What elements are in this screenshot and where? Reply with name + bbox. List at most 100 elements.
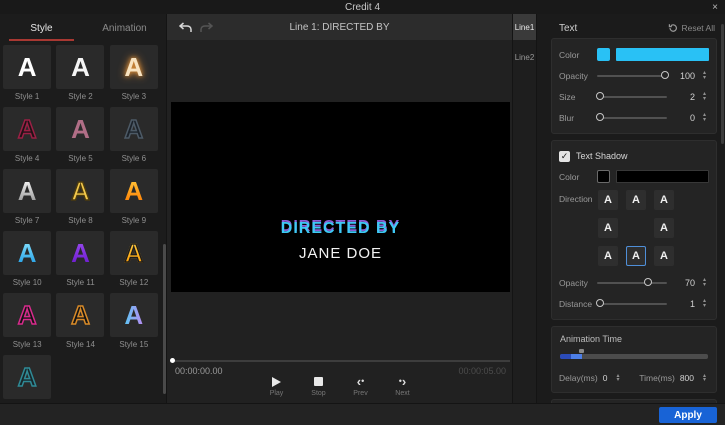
- direction-down-right[interactable]: A: [654, 246, 674, 266]
- direction-up[interactable]: A: [626, 190, 646, 210]
- style-item[interactable]: AStyle 5: [56, 107, 104, 169]
- opacity-slider-knob[interactable]: [661, 71, 669, 79]
- playhead-dot[interactable]: [170, 358, 175, 363]
- style-item[interactable]: A Style 11: [56, 231, 104, 293]
- direction-down-left[interactable]: A: [598, 246, 618, 266]
- direction-up-left[interactable]: A: [598, 190, 618, 210]
- text-color-swatch[interactable]: [597, 48, 610, 61]
- direction-down[interactable]: A: [626, 246, 646, 266]
- next-button[interactable]: •› Next: [392, 376, 414, 397]
- style-item[interactable]: AStyle 3: [110, 45, 158, 107]
- time-value[interactable]: 800: [680, 373, 694, 383]
- footer-bar: Apply: [0, 403, 725, 425]
- direction-right[interactable]: A: [654, 218, 674, 238]
- style-item[interactable]: AStyle 14: [56, 293, 104, 355]
- style-item[interactable]: AStyle 12: [110, 231, 158, 293]
- timecode-total: 00:00:05.00: [458, 366, 506, 376]
- undo-icon[interactable]: [179, 22, 192, 33]
- blur-label: Blur: [559, 113, 597, 123]
- text-color-bar[interactable]: [616, 48, 709, 61]
- tab-animation[interactable]: Animation: [83, 14, 166, 42]
- style-item[interactable]: AStyle 4: [3, 107, 51, 169]
- style-item[interactable]: AStyle 9: [110, 169, 158, 231]
- shadow-sliders: Opacity70▴▾Distance1▴▾: [559, 272, 709, 314]
- style-item[interactable]: AStyle 2: [56, 45, 104, 107]
- stop-button[interactable]: Stop: [308, 376, 330, 397]
- animation-time-bar[interactable]: [560, 354, 708, 359]
- size-slider[interactable]: [597, 92, 667, 102]
- distance-slider[interactable]: [597, 299, 667, 309]
- preview-text-line1[interactable]: DIRECTED BY: [171, 220, 510, 238]
- blur-slider[interactable]: [597, 113, 667, 123]
- style-tile[interactable]: A: [110, 107, 158, 151]
- opacity-stepper[interactable]: ▴▾: [700, 278, 709, 287]
- delay-value[interactable]: 0: [603, 373, 608, 383]
- opacity-slider[interactable]: [597, 71, 667, 81]
- preview-text-line2[interactable]: JANE DOE: [171, 245, 510, 262]
- tab-line2[interactable]: Line2: [513, 44, 536, 70]
- tab-line1[interactable]: Line1: [513, 14, 536, 40]
- style-tile[interactable]: A: [110, 45, 158, 89]
- style-letter: A: [18, 364, 37, 390]
- opacity-slider-knob[interactable]: [644, 278, 652, 286]
- close-icon[interactable]: ×: [712, 0, 718, 14]
- style-tile[interactable]: A: [56, 45, 104, 89]
- text-color-label: Color: [559, 50, 597, 60]
- shadow-color-bar[interactable]: [616, 170, 709, 183]
- style-item[interactable]: AStyle 8: [56, 169, 104, 231]
- time-stepper[interactable]: ▴▾: [700, 374, 709, 383]
- size-stepper[interactable]: ▴▾: [700, 92, 709, 101]
- timeline-scrubber[interactable]: [171, 360, 510, 362]
- style-label: Style 11: [66, 278, 94, 288]
- reset-all-button[interactable]: Reset All: [668, 23, 715, 33]
- distance-value[interactable]: 1: [673, 299, 695, 309]
- size-slider-knob[interactable]: [596, 92, 604, 100]
- blur-slider-knob[interactable]: [596, 113, 604, 121]
- blur-stepper[interactable]: ▴▾: [700, 113, 709, 122]
- shadow-color-swatch[interactable]: [597, 170, 610, 183]
- animation-bar-handle[interactable]: [579, 349, 584, 353]
- right-scrollbar[interactable]: [721, 24, 724, 144]
- opacity-value[interactable]: 100: [673, 71, 695, 81]
- style-tile[interactable]: A: [110, 169, 158, 213]
- style-tile[interactable]: A: [3, 231, 51, 275]
- style-tile[interactable]: A: [110, 293, 158, 337]
- prev-button[interactable]: ‹• Prev: [350, 376, 372, 397]
- opacity-stepper[interactable]: ▴▾: [700, 71, 709, 80]
- blur-value[interactable]: 0: [673, 113, 695, 123]
- video-preview[interactable]: DIRECTED BY JANE DOE: [171, 102, 510, 292]
- style-tile[interactable]: A: [56, 107, 104, 151]
- style-tile[interactable]: A: [56, 169, 104, 213]
- style-item[interactable]: A: [3, 355, 51, 403]
- text-shadow-checkbox[interactable]: ✓: [559, 151, 570, 162]
- transport-controls: Play Stop ‹• Prev •› Next: [167, 376, 512, 397]
- style-tile[interactable]: A: [56, 293, 104, 337]
- style-tile[interactable]: A: [110, 231, 158, 275]
- style-item[interactable]: AStyle 7: [3, 169, 51, 231]
- tab-style[interactable]: Style: [0, 14, 83, 42]
- style-tile[interactable]: A: [56, 231, 104, 275]
- redo-icon[interactable]: [200, 22, 213, 33]
- style-item[interactable]: AStyle 15: [110, 293, 158, 355]
- apply-button[interactable]: Apply: [659, 407, 717, 423]
- style-tile[interactable]: A: [3, 45, 51, 89]
- direction-up-right[interactable]: A: [654, 190, 674, 210]
- distance-slider-knob[interactable]: [596, 299, 604, 307]
- distance-stepper[interactable]: ▴▾: [700, 299, 709, 308]
- style-item[interactable]: AStyle 1: [3, 45, 51, 107]
- style-tile[interactable]: A: [3, 355, 51, 399]
- style-item[interactable]: AStyle 13: [3, 293, 51, 355]
- style-tile[interactable]: A: [3, 107, 51, 151]
- play-button[interactable]: Play: [266, 376, 288, 397]
- style-tile[interactable]: A: [3, 293, 51, 337]
- style-item[interactable]: AStyle 10: [3, 231, 51, 293]
- size-value[interactable]: 2: [673, 92, 695, 102]
- opacity-slider[interactable]: [597, 278, 667, 288]
- left-scrollbar[interactable]: [163, 244, 166, 394]
- style-item[interactable]: AStyle 6: [110, 107, 158, 169]
- preview-panel: Line 1: DIRECTED BY DIRECTED BY JANE DOE…: [167, 14, 512, 403]
- opacity-value[interactable]: 70: [673, 278, 695, 288]
- direction-left[interactable]: A: [598, 218, 618, 238]
- style-tile[interactable]: A: [3, 169, 51, 213]
- delay-stepper[interactable]: ▴▾: [613, 374, 622, 383]
